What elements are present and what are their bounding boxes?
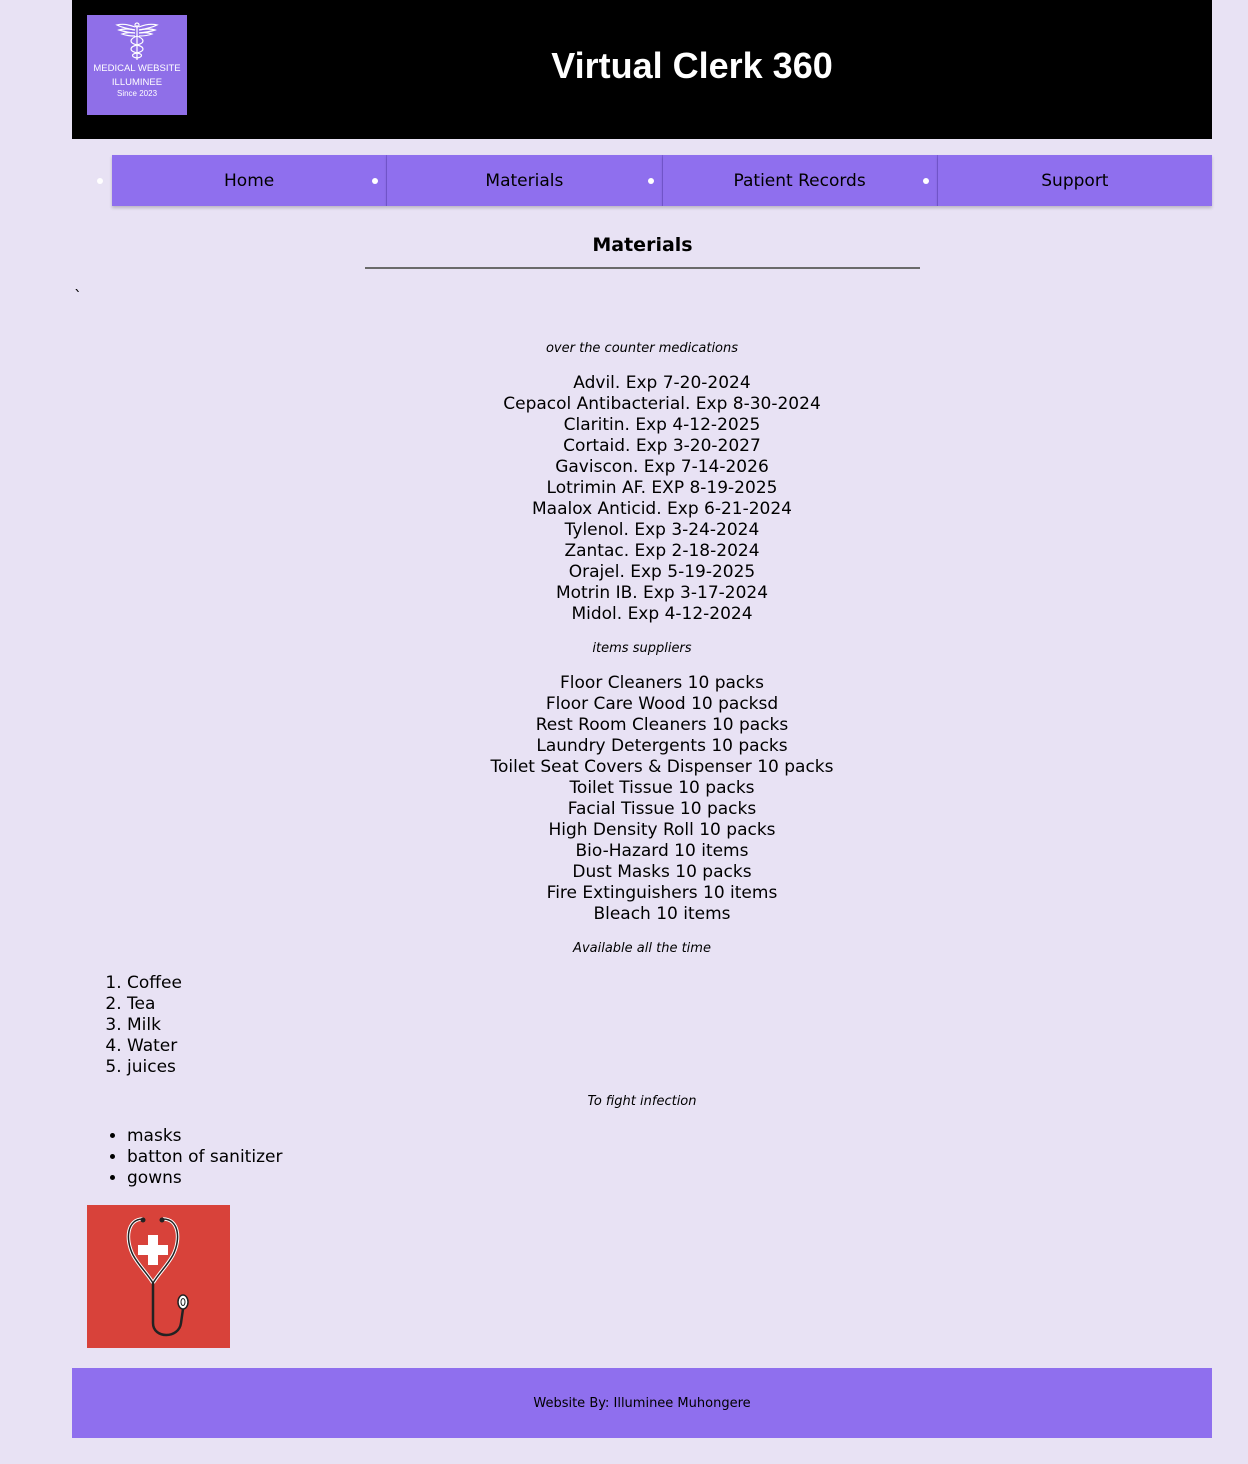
- nav-item-patient-records[interactable]: Patient Records: [647, 155, 938, 206]
- page-title: Materials: [592, 234, 693, 256]
- footer-credit: Website By: Illuminee Muhongere: [533, 1395, 751, 1411]
- otc-medications-list: Advil. Exp 7-20-2024 Cepacol Antibacteri…: [72, 373, 1248, 625]
- list-item: Motrin IB. Exp 3-17-2024: [555, 583, 769, 603]
- list-item: masks: [127, 1126, 282, 1147]
- heading-divider: [365, 267, 920, 269]
- list-item: Toilet Tissue 10 packs: [569, 778, 755, 798]
- list-item: Fire Extinguishers 10 items: [546, 883, 778, 903]
- site-title: Virtual Clerk 360: [551, 45, 833, 86]
- list-item: Coffee: [127, 973, 182, 994]
- page: MEDICAL WEBSITE ILLUMINEE Since 2023 Vir…: [0, 0, 1248, 1464]
- list-item: Orajel. Exp 5-19-2025: [568, 562, 756, 582]
- list-item: Toilet Seat Covers & Dispenser 10 packs: [490, 757, 834, 777]
- section-caption-available: Available all the time: [573, 941, 711, 956]
- stray-backtick: `: [74, 287, 82, 306]
- suppliers-list: Floor Cleaners 10 packs Floor Care Wood …: [72, 673, 1248, 925]
- site-header: MEDICAL WEBSITE ILLUMINEE Since 2023 Vir…: [72, 0, 1212, 139]
- list-item: Advil. Exp 7-20-2024: [573, 373, 751, 393]
- caduceus-icon: [115, 22, 159, 60]
- list-item: Dust Masks 10 packs: [572, 862, 752, 882]
- stethoscope-image: [87, 1205, 230, 1348]
- list-item: Zantac. Exp 2-18-2024: [564, 541, 760, 561]
- list-item: Bleach 10 items: [593, 904, 731, 924]
- section-caption-infection: To fight infection: [587, 1094, 697, 1109]
- section-caption-otc: over the counter medications: [545, 341, 739, 356]
- list-item: batton of sanitizer: [127, 1147, 282, 1168]
- list-item: Floor Care Wood 10 packsd: [545, 694, 779, 714]
- infection-supplies-list: masks batton of sanitizer gowns: [72, 1126, 282, 1189]
- main-nav: Home Materials Patient Records Support: [96, 155, 1212, 206]
- nav-item-home[interactable]: Home: [96, 155, 388, 206]
- nav-item-support[interactable]: Support: [922, 155, 1212, 206]
- list-item: Water: [127, 1036, 182, 1057]
- list-item: gowns: [127, 1168, 282, 1189]
- list-item: Floor Cleaners 10 packs: [560, 673, 764, 693]
- list-item: Gaviscon. Exp 7-14-2026: [555, 457, 769, 477]
- logo-line-2: ILLUMINEE: [111, 77, 163, 88]
- list-item: High Density Roll 10 packs: [548, 820, 776, 840]
- list-item: Tylenol. Exp 3-24-2024: [564, 520, 760, 540]
- list-item: Milk: [127, 1015, 182, 1036]
- site-footer: Website By: Illuminee Muhongere: [72, 1368, 1212, 1438]
- list-item: Tea: [127, 994, 182, 1015]
- list-item: Lotrimin AF. EXP 8-19-2025: [546, 478, 778, 498]
- logo-line-1: MEDICAL WEBSITE: [93, 63, 181, 74]
- logo-line-3: Since 2023: [116, 89, 158, 98]
- list-item: Midol. Exp 4-12-2024: [571, 604, 753, 624]
- list-item: Bio-Hazard 10 items: [575, 841, 749, 861]
- site-logo[interactable]: MEDICAL WEBSITE ILLUMINEE Since 2023: [87, 15, 187, 115]
- list-item: Claritin. Exp 4-12-2025: [563, 415, 761, 435]
- list-item: juices: [127, 1057, 182, 1078]
- list-item: Rest Room Cleaners 10 packs: [535, 715, 789, 735]
- list-item: Cortaid. Exp 3-20-2027: [563, 436, 761, 456]
- list-item: Cepacol Antibacterial. Exp 8-30-2024: [503, 394, 821, 414]
- list-item: Facial Tissue 10 packs: [567, 799, 757, 819]
- nav-item-materials[interactable]: Materials: [372, 155, 663, 206]
- list-item: Laundry Detergents 10 packs: [536, 736, 788, 756]
- section-caption-suppliers: items suppliers: [592, 641, 692, 656]
- stethoscope-heart-cross-icon: [126, 1217, 189, 1337]
- list-item: Maalox Anticid. Exp 6-21-2024: [531, 499, 792, 519]
- beverages-list: Coffee Tea Milk Water juices: [72, 973, 182, 1078]
